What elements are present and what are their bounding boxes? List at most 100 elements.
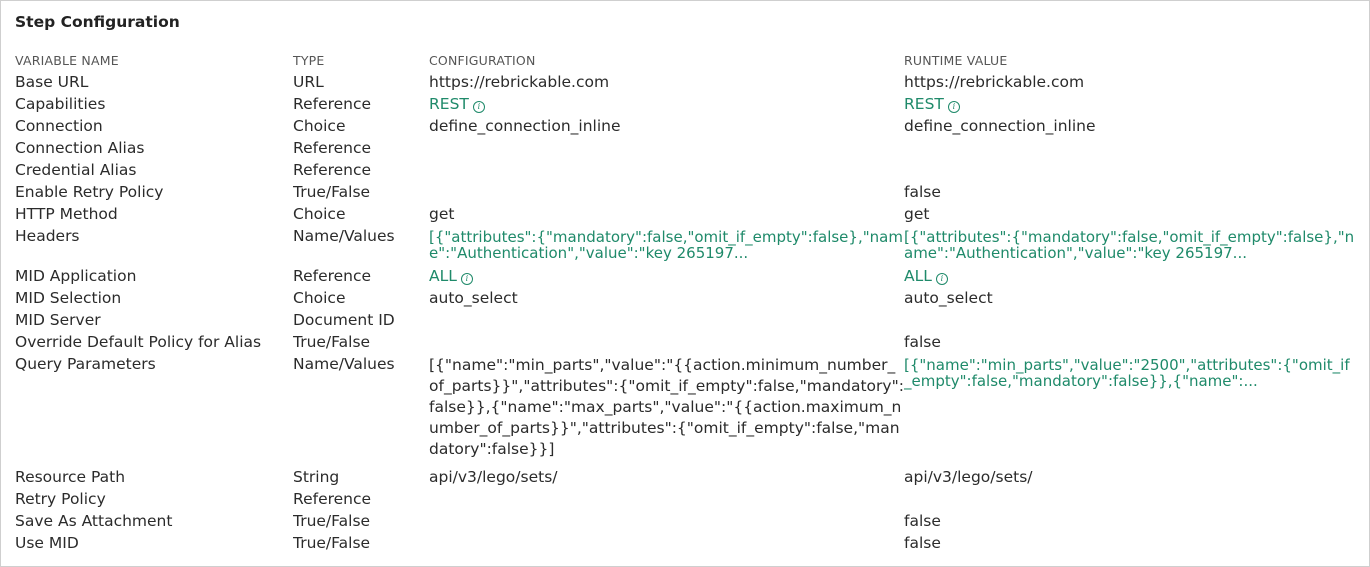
configuration-value: [429, 532, 904, 554]
variable-name: Connection Alias: [15, 139, 145, 157]
column-header-variable-name: VARIABLE NAME: [15, 52, 119, 68]
variable-name: MID Selection: [15, 289, 122, 307]
table-row: Enable Retry Policy True/False false: [15, 181, 1355, 203]
runtime-value: https://rebrickable.com: [904, 73, 1085, 91]
table-row: Headers Name/Values [{"attributes":{"man…: [15, 225, 1355, 265]
configuration-value: define_connection_inline: [429, 117, 621, 135]
variable-type: Reference: [293, 267, 372, 285]
variable-name: Base URL: [15, 73, 89, 91]
variable-name: MID Application: [15, 267, 137, 285]
info-circle-icon[interactable]: i: [472, 101, 485, 113]
variable-name: Retry Policy: [15, 490, 106, 508]
variable-name: HTTP Method: [15, 205, 118, 223]
info-circle-icon[interactable]: i: [947, 101, 960, 113]
configuration-value: [429, 488, 904, 510]
configuration-value: ALL i: [429, 265, 904, 287]
info-circle-icon[interactable]: i: [935, 273, 948, 285]
variable-name: Enable Retry Policy: [15, 183, 164, 201]
panel-title: Step Configuration: [15, 13, 180, 31]
configuration-value: [429, 181, 904, 203]
configuration-value: [{"name":"min_parts","value":"{{action.m…: [429, 356, 904, 458]
runtime-value: define_connection_inline: [904, 117, 1096, 135]
variable-type: Reference: [293, 139, 372, 157]
variable-type: Document ID: [293, 311, 395, 329]
table-row: HTTP Method Choice get get: [15, 203, 1355, 225]
mid-application-runtime-link[interactable]: ALL: [904, 267, 932, 285]
table-row: Connection Alias Reference: [15, 137, 1355, 159]
info-circle-icon[interactable]: i: [460, 273, 473, 285]
configuration-value: api/v3/lego/sets/: [429, 468, 558, 486]
table-row: Credential Alias Reference: [15, 159, 1355, 181]
runtime-value: api/v3/lego/sets/: [904, 468, 1033, 486]
variable-name: Save As Attachment: [15, 512, 173, 530]
variable-type: Choice: [293, 205, 346, 223]
variable-name: Use MID: [15, 534, 79, 552]
column-header-type: TYPE: [293, 52, 325, 68]
variable-type: Reference: [293, 490, 372, 508]
variable-type: Reference: [293, 161, 372, 179]
table-row: Capabilities Reference REST i REST i: [15, 93, 1355, 115]
mid-application-config-link[interactable]: ALL: [429, 267, 457, 285]
variable-name: Credential Alias: [15, 161, 137, 179]
runtime-value: [904, 488, 1355, 510]
configuration-value: [429, 510, 904, 532]
variable-name: Override Default Policy for Alias: [15, 333, 262, 351]
variable-name: MID Server: [15, 311, 101, 329]
table-row: MID Selection Choice auto_select auto_se…: [15, 287, 1355, 309]
configuration-value: get: [429, 205, 455, 223]
variable-type: Name/Values: [293, 227, 395, 245]
table-row: Retry Policy Reference: [15, 488, 1355, 510]
variable-name: Query Parameters: [15, 355, 156, 373]
variable-type: Name/Values: [293, 355, 395, 373]
configuration-value: https://rebrickable.com: [429, 73, 610, 91]
column-header-configuration: CONFIGURATION: [429, 52, 536, 68]
configuration-value: [429, 159, 904, 181]
table-row: Save As Attachment True/False false: [15, 510, 1355, 532]
table-row: MID Server Document ID: [15, 309, 1355, 331]
variable-name: Resource Path: [15, 468, 126, 486]
configuration-table: VARIABLE NAME TYPE CONFIGURATION RUNTIME…: [15, 49, 1355, 554]
variable-type: True/False: [293, 333, 371, 351]
variable-type: Choice: [293, 289, 346, 307]
headers-config-link[interactable]: [{"attributes":{"mandatory":false,"omit_…: [429, 225, 904, 265]
variable-type: True/False: [293, 534, 371, 552]
variable-type: True/False: [293, 183, 371, 201]
runtime-value: [904, 309, 1355, 331]
table-row: MID Application Reference ALL i ALL i: [15, 265, 1355, 287]
runtime-value: false: [904, 512, 941, 530]
variable-name: Headers: [15, 227, 80, 245]
variable-name: Capabilities: [15, 95, 106, 113]
runtime-value: REST i: [904, 93, 1355, 115]
variable-type: URL: [293, 73, 324, 91]
query-parameters-runtime-link[interactable]: [{"name":"min_parts","value":"2500","att…: [904, 353, 1355, 466]
variable-type: Choice: [293, 117, 346, 135]
table-row: Query Parameters Name/Values [{"name":"m…: [15, 353, 1355, 466]
variable-type: Reference: [293, 95, 372, 113]
configuration-value: [429, 331, 904, 353]
runtime-value: false: [904, 183, 941, 201]
table-row: Connection Choice define_connection_inli…: [15, 115, 1355, 137]
runtime-value: [904, 159, 1355, 181]
runtime-value: ALL i: [904, 265, 1355, 287]
runtime-value: auto_select: [904, 289, 993, 307]
runtime-value: get: [904, 205, 930, 223]
variable-name: Connection: [15, 117, 103, 135]
variable-type: String: [293, 468, 340, 486]
table-row: Use MID True/False false: [15, 532, 1355, 554]
table-row: Base URL URL https://rebrickable.com htt…: [15, 71, 1355, 93]
header-row: VARIABLE NAME TYPE CONFIGURATION RUNTIME…: [15, 49, 1355, 71]
configuration-value: auto_select: [429, 289, 518, 307]
runtime-value: [904, 137, 1355, 159]
configuration-value: [429, 137, 904, 159]
table-row: Override Default Policy for Alias True/F…: [15, 331, 1355, 353]
headers-runtime-link[interactable]: [{"attributes":{"mandatory":false,"omit_…: [904, 225, 1355, 265]
runtime-value: false: [904, 534, 941, 552]
runtime-value: false: [904, 333, 941, 351]
column-header-runtime-value: RUNTIME VALUE: [904, 52, 1008, 68]
variable-type: True/False: [293, 512, 371, 530]
capabilities-runtime-link[interactable]: REST: [904, 95, 944, 113]
capabilities-config-link[interactable]: REST: [429, 95, 469, 113]
configuration-value: [429, 309, 904, 331]
configuration-value: REST i: [429, 93, 904, 115]
step-configuration-panel: Step Configuration VARIABLE NAME TYPE CO…: [0, 0, 1370, 567]
